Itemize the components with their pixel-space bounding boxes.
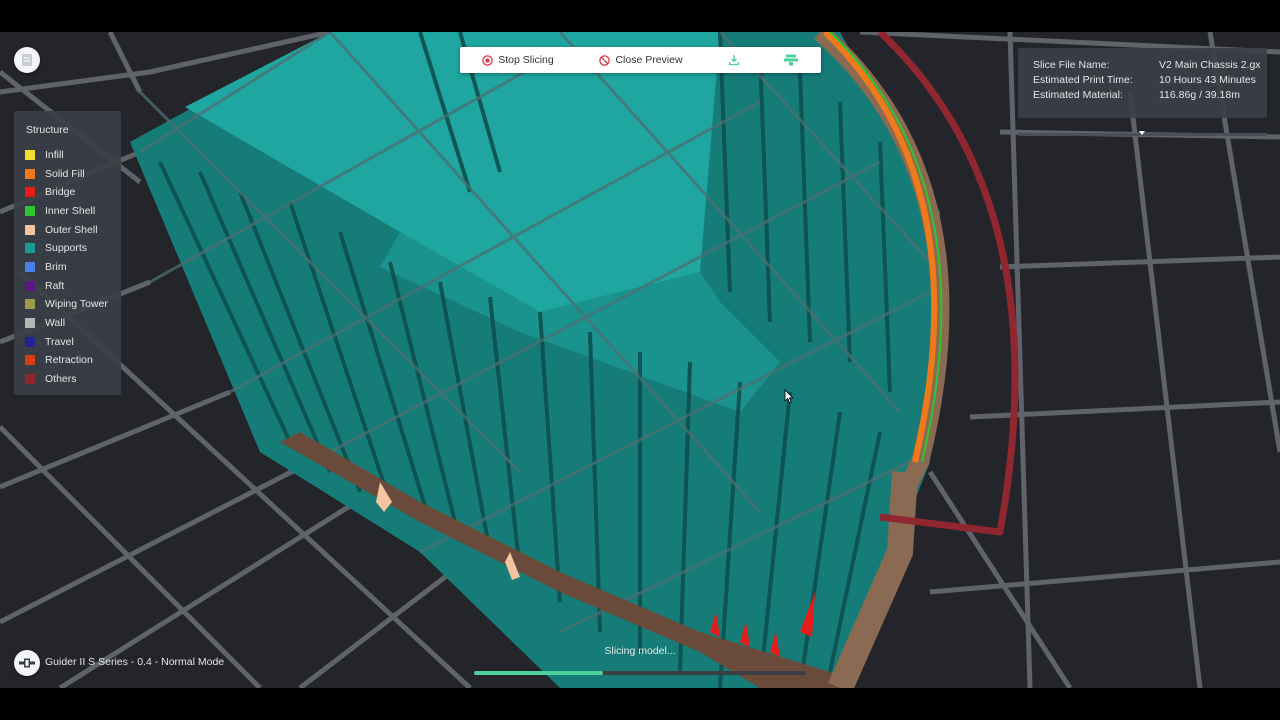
info-label: Slice File Name:	[1033, 59, 1110, 71]
legend-swatch	[25, 281, 35, 291]
legend-item-inner-shell: Inner Shell	[25, 203, 95, 219]
legend-item-wiping-tower: Wiping Tower	[25, 296, 108, 312]
legend-swatch	[25, 299, 35, 309]
legend-item-brim: Brim	[25, 259, 67, 275]
preview-toolbar: Stop Slicing Close Preview	[460, 47, 821, 73]
info-value: 10 Hours 43 Minutes	[1159, 74, 1256, 86]
file-button[interactable]	[14, 47, 40, 73]
printer-mode-label: Guider II S Series - 0.4 - Normal Mode	[45, 656, 225, 668]
download-button[interactable]	[706, 47, 761, 73]
legend-item-label: Wiping Tower	[45, 298, 108, 310]
legend-swatch	[25, 187, 35, 197]
legend-item-supports: Supports	[25, 240, 87, 256]
legend-item-label: Solid Fill	[45, 168, 85, 180]
info-value: V2 Main Chassis 2.gx	[1159, 59, 1261, 71]
legend-item-infill: Infill	[25, 147, 64, 163]
print-icon	[784, 54, 798, 66]
legend-item-label: Wall	[45, 317, 66, 329]
document-icon	[22, 54, 32, 66]
stop-slicing-label: Stop Slicing	[498, 54, 554, 66]
slicing-progress-bar	[474, 671, 806, 675]
info-value: 116.86g / 39.18m	[1159, 89, 1240, 101]
slicer-preview-app: Stop Slicing Close Preview Structure Inf…	[0, 32, 1280, 688]
legend-item-label: Brim	[45, 261, 67, 273]
legend-swatch	[25, 243, 35, 253]
download-icon	[728, 55, 739, 66]
close-preview-label: Close Preview	[615, 54, 683, 66]
legend-item-label: Travel	[45, 336, 74, 348]
sliced-model	[130, 32, 940, 688]
stop-icon	[482, 54, 494, 66]
info-label: Estimated Material:	[1033, 89, 1123, 101]
slice-info-panel: Slice File Name: V2 Main Chassis 2.gx Es…	[1018, 48, 1267, 136]
legend-swatch	[25, 318, 35, 328]
printer-button[interactable]	[14, 650, 40, 676]
legend-item-label: Retraction	[45, 354, 93, 366]
legend-title: Structure	[26, 124, 69, 136]
slicing-progress-fill	[474, 671, 604, 675]
legend-item-raft: Raft	[25, 278, 64, 294]
chevron-down-icon[interactable]	[1137, 129, 1147, 137]
legend-item-label: Supports	[45, 242, 88, 254]
legend-item-bridge: Bridge	[25, 184, 75, 200]
info-label: Estimated Print Time:	[1033, 74, 1133, 86]
letterbox-bottom	[0, 688, 1280, 720]
close-preview-button[interactable]: Close Preview	[576, 47, 706, 73]
legend-swatch	[25, 262, 35, 272]
legend-item-retraction: Retraction	[25, 352, 93, 368]
slicing-status-text: Slicing model...	[604, 645, 676, 657]
legend-item-label: Bridge	[45, 186, 76, 198]
letterbox-top	[0, 0, 1280, 32]
legend-swatch	[25, 337, 35, 347]
legend-item-solid-fill: Solid Fill	[25, 166, 85, 182]
legend-swatch	[25, 355, 35, 365]
legend-item-label: Raft	[45, 280, 65, 292]
print-button[interactable]	[761, 47, 821, 73]
legend-swatch	[25, 169, 35, 179]
mouse-cursor-icon	[784, 389, 794, 404]
legend-item-wall: Wall	[25, 315, 65, 331]
legend-item-label: Inner Shell	[45, 205, 96, 217]
legend-swatch	[25, 225, 35, 235]
legend-item-label: Outer Shell	[45, 224, 98, 236]
legend-swatch	[25, 150, 35, 160]
no-entry-icon	[599, 54, 611, 66]
legend-item-travel: Travel	[25, 334, 74, 350]
3d-viewport[interactable]	[0, 32, 1280, 688]
stop-slicing-button[interactable]: Stop Slicing	[460, 47, 576, 73]
legend-item-others: Others	[25, 371, 77, 387]
legend-item-label: Infill	[45, 149, 64, 161]
legend-swatch	[25, 206, 35, 216]
legend-swatch	[25, 374, 35, 384]
structure-legend: Structure Infill Solid Fill Bridge Inner…	[14, 111, 121, 395]
printer-icon	[19, 658, 35, 668]
legend-item-outer-shell: Outer Shell	[25, 222, 98, 238]
legend-item-label: Others	[45, 373, 77, 385]
